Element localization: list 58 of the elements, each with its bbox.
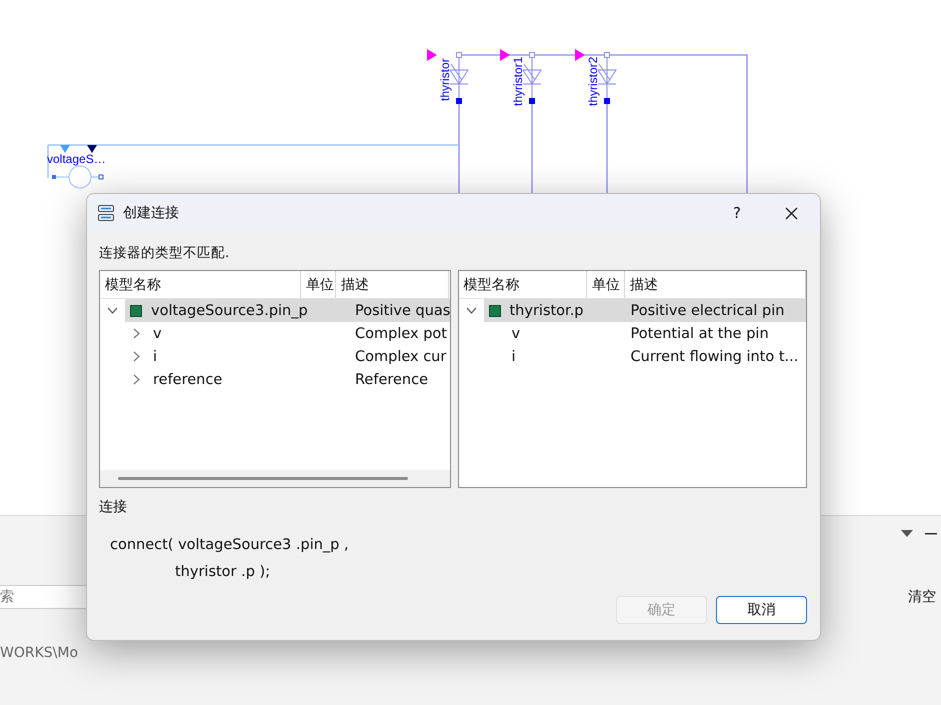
tree-row[interactable]: thyristor.p Positive electrical pin (484, 299, 806, 322)
dialog-title: 创建连接 (123, 204, 179, 222)
thyristor-symbol[interactable] (522, 52, 542, 104)
input-arrow-icon (575, 49, 585, 61)
column-header[interactable]: 描述 (625, 271, 806, 298)
code-line: connect( voltageSource3 .pin_p , (110, 536, 350, 555)
tree-item-name: thyristor.p (510, 302, 584, 318)
tree-item-description: Current flowing into t... (630, 348, 800, 364)
tree-item-description: Complex cur (354, 348, 448, 364)
section-label: 连接 (99, 498, 128, 516)
clear-button[interactable]: 清空 (908, 588, 936, 606)
component-label: thyristor1 (511, 56, 525, 106)
component-label: voltageS… (47, 152, 106, 166)
code-line: thyristor .p ); (174, 563, 272, 582)
close-icon[interactable] (785, 206, 798, 220)
tree-item-name: i (512, 348, 516, 364)
connector-icon (488, 304, 500, 316)
tree-row[interactable]: v Complex pot (125, 322, 450, 345)
column-header[interactable]: 描述 (336, 271, 450, 298)
column-header[interactable]: 模型名称 (458, 271, 588, 298)
tree-item-description: Positive quas (354, 302, 450, 318)
expand-icon[interactable] (466, 305, 476, 316)
tree-item-description: Complex pot (354, 326, 448, 342)
tree-row[interactable]: v Potential at the pin (484, 322, 806, 345)
dialog-icon (97, 204, 115, 222)
cancel-button[interactable]: 取消 (716, 596, 807, 624)
input-arrow-icon (427, 49, 437, 61)
tree-item-description: Potential at the pin (630, 326, 770, 342)
tree-item-name: reference (153, 372, 222, 388)
tree-item-name: voltageSource3.pin_p (151, 302, 308, 318)
tree-row[interactable]: voltageSource3.pin_p Positive quas (125, 299, 450, 322)
horizontal-scrollbar[interactable] (100, 470, 450, 487)
expand-icon[interactable] (107, 305, 118, 316)
minimize-icon[interactable] (925, 533, 937, 535)
component-label: thyristor (438, 58, 452, 101)
column-header[interactable]: 单位 (587, 271, 625, 298)
error-message: 连接器的类型不匹配. (99, 244, 230, 263)
expand-icon[interactable] (131, 328, 142, 339)
column-header[interactable]: 单位 (300, 271, 336, 298)
connector-icon (130, 304, 142, 316)
help-button[interactable]: ? (733, 204, 741, 222)
tree-item-description: Reference (354, 372, 430, 388)
input-arrow-icon (500, 49, 510, 61)
expand-icon[interactable] (131, 374, 142, 385)
thyristor-symbol[interactable] (598, 52, 617, 104)
component-label: thyristor2 (586, 56, 600, 106)
tree-item-name: v (153, 326, 162, 342)
thyristor-symbol[interactable] (450, 52, 469, 104)
dropdown-icon[interactable] (901, 530, 913, 538)
tree-item-description: Positive electrical pin (630, 302, 786, 318)
column-header[interactable]: 模型名称 (100, 271, 301, 298)
expand-icon[interactable] (131, 351, 142, 362)
tree-item-name: i (153, 348, 158, 364)
tree-row[interactable]: i Current flowing into t... (484, 345, 806, 368)
tree-row[interactable]: reference Reference (125, 368, 450, 391)
file-path: WORKS\Mo (0, 645, 80, 661)
tree-item-name: v (512, 326, 520, 342)
tree-row[interactable]: i Complex cur (125, 345, 450, 368)
